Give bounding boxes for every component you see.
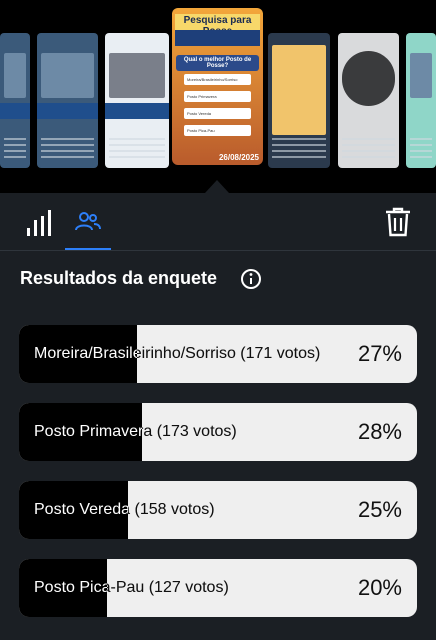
story-date: 26/08/2025 [218,153,259,162]
poll-result-label: Moreira/Brasileirinho/Sorriso (171 votos… [34,345,321,362]
poll-results-panel: Resultados da enquete Moreira/Brasileiri… [0,193,436,640]
story-subtitle-banner [175,30,260,46]
story-option: Posto Pica-Pau [184,125,251,136]
tab-insights[interactable] [23,206,55,238]
poll-result-percent: 20% [357,575,402,600]
story-thumbnail[interactable] [268,33,330,168]
poll-result-label: Posto Vereda (158 votos) [34,501,215,518]
poll-result-row: Posto Pica-Pau (127 votos) 20% [19,559,417,617]
poll-result-label: Posto Primavera (173 votos) [34,423,237,440]
story-option: Posto Vereda [184,108,251,119]
tab-viewers[interactable] [65,206,111,250]
active-story-thumbnail[interactable]: Pesquisa para Posse Qual o melhor Posto … [172,8,263,165]
bar-chart-icon [27,210,51,236]
poll-result-percent: 27% [357,341,402,366]
poll-result-percent: 28% [357,419,402,444]
poll-result-row: Posto Vereda (158 votos) 25% [19,481,417,539]
poll-result-row: Posto Primavera (173 votos) 28% [19,403,417,461]
info-button[interactable] [240,268,262,290]
story-thumbnail[interactable] [406,33,436,168]
story-thumbnail[interactable] [0,33,30,168]
delete-button[interactable] [384,207,412,237]
story-option: Moreira/Brasileirinho/Sorriso [184,74,251,85]
story-option: Posto Primavera [184,91,251,102]
story-thumbnail-strip: Pesquisa para Posse Qual o melhor Posto … [0,0,436,193]
trash-icon [386,207,410,237]
poll-result-label: Posto Pica-Pau (127 votos) [34,579,229,596]
poll-results-heading: Resultados da enquete [20,268,218,288]
story-thumbnail[interactable] [338,33,399,168]
poll-result-percent: 25% [357,497,402,522]
story-thumbnail[interactable] [105,33,169,168]
story-question: Qual o melhor Posto de Posse? [176,55,259,71]
info-icon [241,269,261,289]
divider [0,250,436,251]
tab-bar [0,193,436,250]
active-story-pointer [205,180,229,193]
poll-result-row: Moreira/Brasileirinho/Sorriso (171 votos… [19,325,417,383]
people-icon [75,212,101,231]
story-thumbnail[interactable] [37,33,98,168]
